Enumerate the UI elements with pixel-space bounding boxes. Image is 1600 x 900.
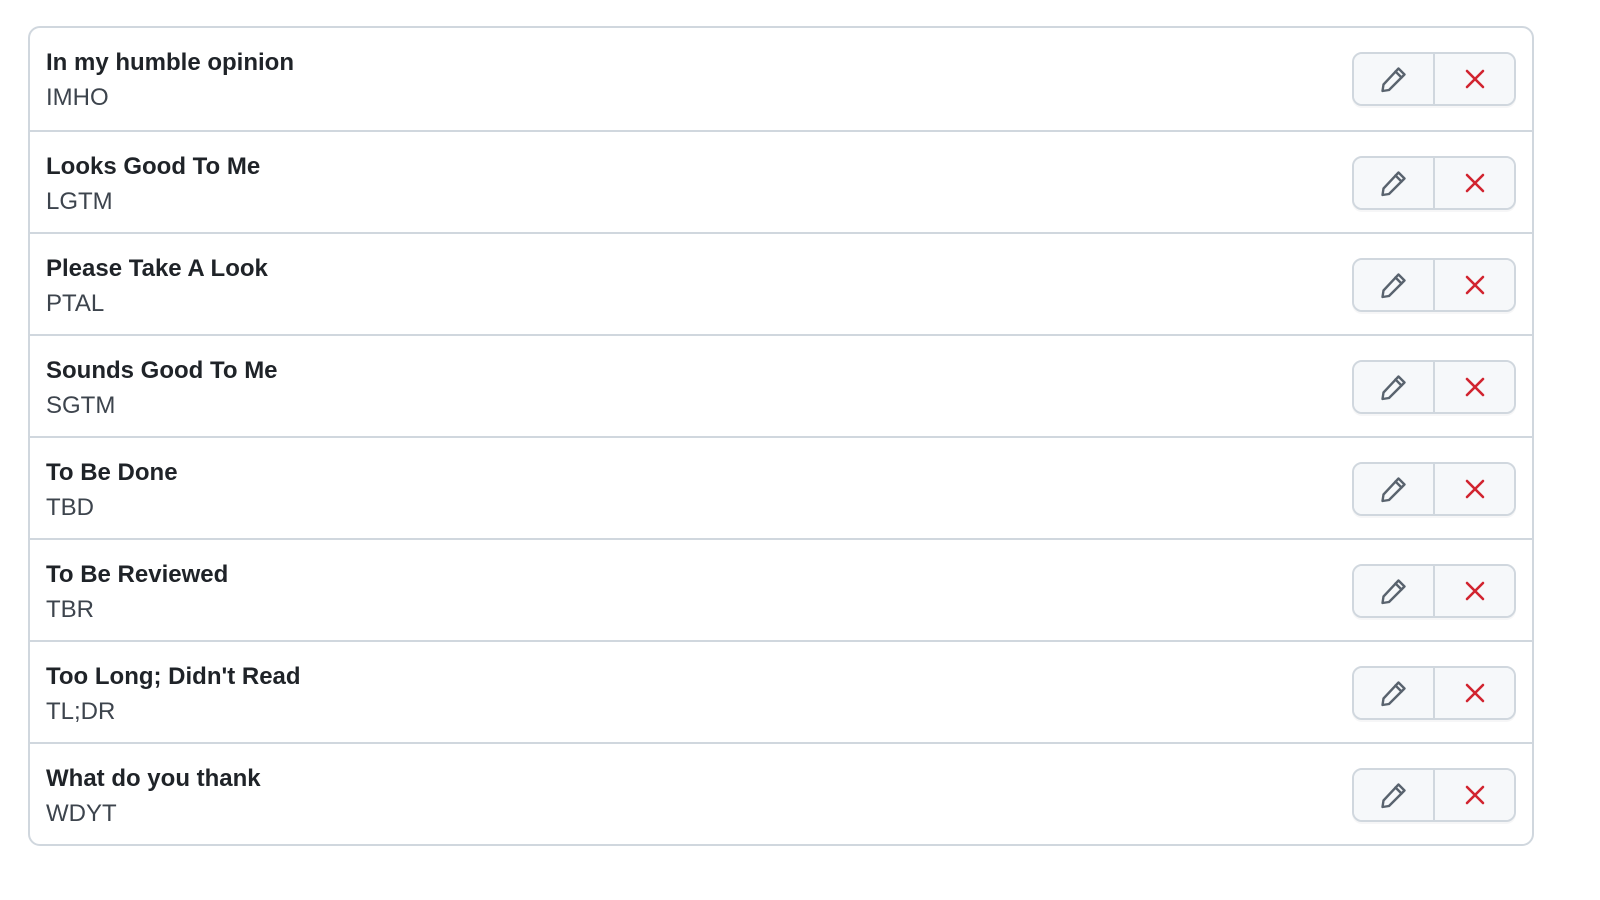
reply-text: To Be Done TBD: [46, 458, 178, 523]
row-actions: [1352, 564, 1516, 618]
edit-button[interactable]: [1354, 770, 1433, 820]
edit-button[interactable]: [1354, 54, 1433, 104]
reply-abbreviation: PTAL: [46, 290, 105, 317]
reply-title: Sounds Good To Me: [46, 357, 278, 384]
row-actions: [1352, 360, 1516, 414]
reply-abbreviation: WDYT: [46, 800, 117, 827]
reply-title: Looks Good To Me: [46, 153, 261, 180]
reply-title: To Be Done: [46, 459, 178, 486]
row-actions: [1352, 52, 1516, 106]
edit-button[interactable]: [1354, 464, 1433, 514]
pencil-icon: [1380, 783, 1406, 809]
x-icon: [1465, 785, 1484, 805]
pencil-icon: [1380, 375, 1406, 401]
delete-button[interactable]: [1433, 668, 1514, 718]
reply-title: What do you thank: [46, 765, 261, 792]
x-icon: [1465, 683, 1484, 703]
reply-text: Please Take A Look PTAL: [46, 254, 268, 319]
x-icon: [1465, 479, 1484, 499]
delete-button[interactable]: [1433, 260, 1514, 310]
delete-button[interactable]: [1433, 158, 1514, 208]
x-icon: [1465, 581, 1484, 601]
edit-button[interactable]: [1354, 260, 1433, 310]
reply-title: To Be Reviewed: [46, 561, 229, 588]
pencil-icon: [1380, 477, 1406, 503]
edit-button[interactable]: [1354, 362, 1433, 412]
pencil-icon: [1380, 579, 1406, 605]
delete-button[interactable]: [1433, 566, 1514, 616]
reply-title: In my humble opinion: [46, 49, 294, 76]
row-actions: [1352, 462, 1516, 516]
reply-abbreviation: LGTM: [46, 188, 113, 215]
delete-button[interactable]: [1433, 362, 1514, 412]
list-item: Looks Good To Me LGTM: [30, 130, 1532, 232]
list-item: To Be Done TBD: [30, 436, 1532, 538]
reply-abbreviation: TBD: [46, 494, 94, 521]
x-icon: [1465, 275, 1484, 295]
reply-abbreviation: SGTM: [46, 392, 116, 419]
reply-title: Too Long; Didn't Read: [46, 663, 301, 690]
pencil-icon: [1380, 171, 1406, 197]
edit-button[interactable]: [1354, 668, 1433, 718]
list-item: Sounds Good To Me SGTM: [30, 334, 1532, 436]
row-actions: [1352, 156, 1516, 210]
x-icon: [1465, 173, 1484, 193]
saved-replies-list: In my humble opinion IMHO Looks Good To …: [28, 26, 1534, 846]
reply-text: Looks Good To Me LGTM: [46, 152, 260, 217]
reply-abbreviation: IMHO: [46, 84, 109, 111]
delete-button[interactable]: [1433, 464, 1514, 514]
row-actions: [1352, 258, 1516, 312]
list-item: What do you thank WDYT: [30, 742, 1532, 844]
x-icon: [1465, 377, 1484, 397]
list-item: Too Long; Didn't Read TL;DR: [30, 640, 1532, 742]
reply-text: What do you thank WDYT: [46, 764, 261, 829]
delete-button[interactable]: [1433, 54, 1514, 104]
row-actions: [1352, 666, 1516, 720]
edit-button[interactable]: [1354, 158, 1433, 208]
reply-text: To Be Reviewed TBR: [46, 560, 228, 625]
reply-title: Please Take A Look: [46, 255, 268, 282]
delete-button[interactable]: [1433, 770, 1514, 820]
reply-text: In my humble opinion IMHO: [46, 48, 294, 113]
reply-abbreviation: TBR: [46, 596, 94, 623]
list-item: Please Take A Look PTAL: [30, 232, 1532, 334]
pencil-icon: [1380, 67, 1406, 93]
pencil-icon: [1380, 273, 1406, 299]
x-icon: [1465, 69, 1484, 89]
edit-button[interactable]: [1354, 566, 1433, 616]
reply-text: Sounds Good To Me SGTM: [46, 356, 278, 421]
reply-text: Too Long; Didn't Read TL;DR: [46, 662, 301, 727]
row-actions: [1352, 768, 1516, 822]
pencil-icon: [1380, 681, 1406, 707]
list-item: In my humble opinion IMHO: [30, 28, 1532, 130]
list-item: To Be Reviewed TBR: [30, 538, 1532, 640]
reply-abbreviation: TL;DR: [46, 698, 116, 725]
